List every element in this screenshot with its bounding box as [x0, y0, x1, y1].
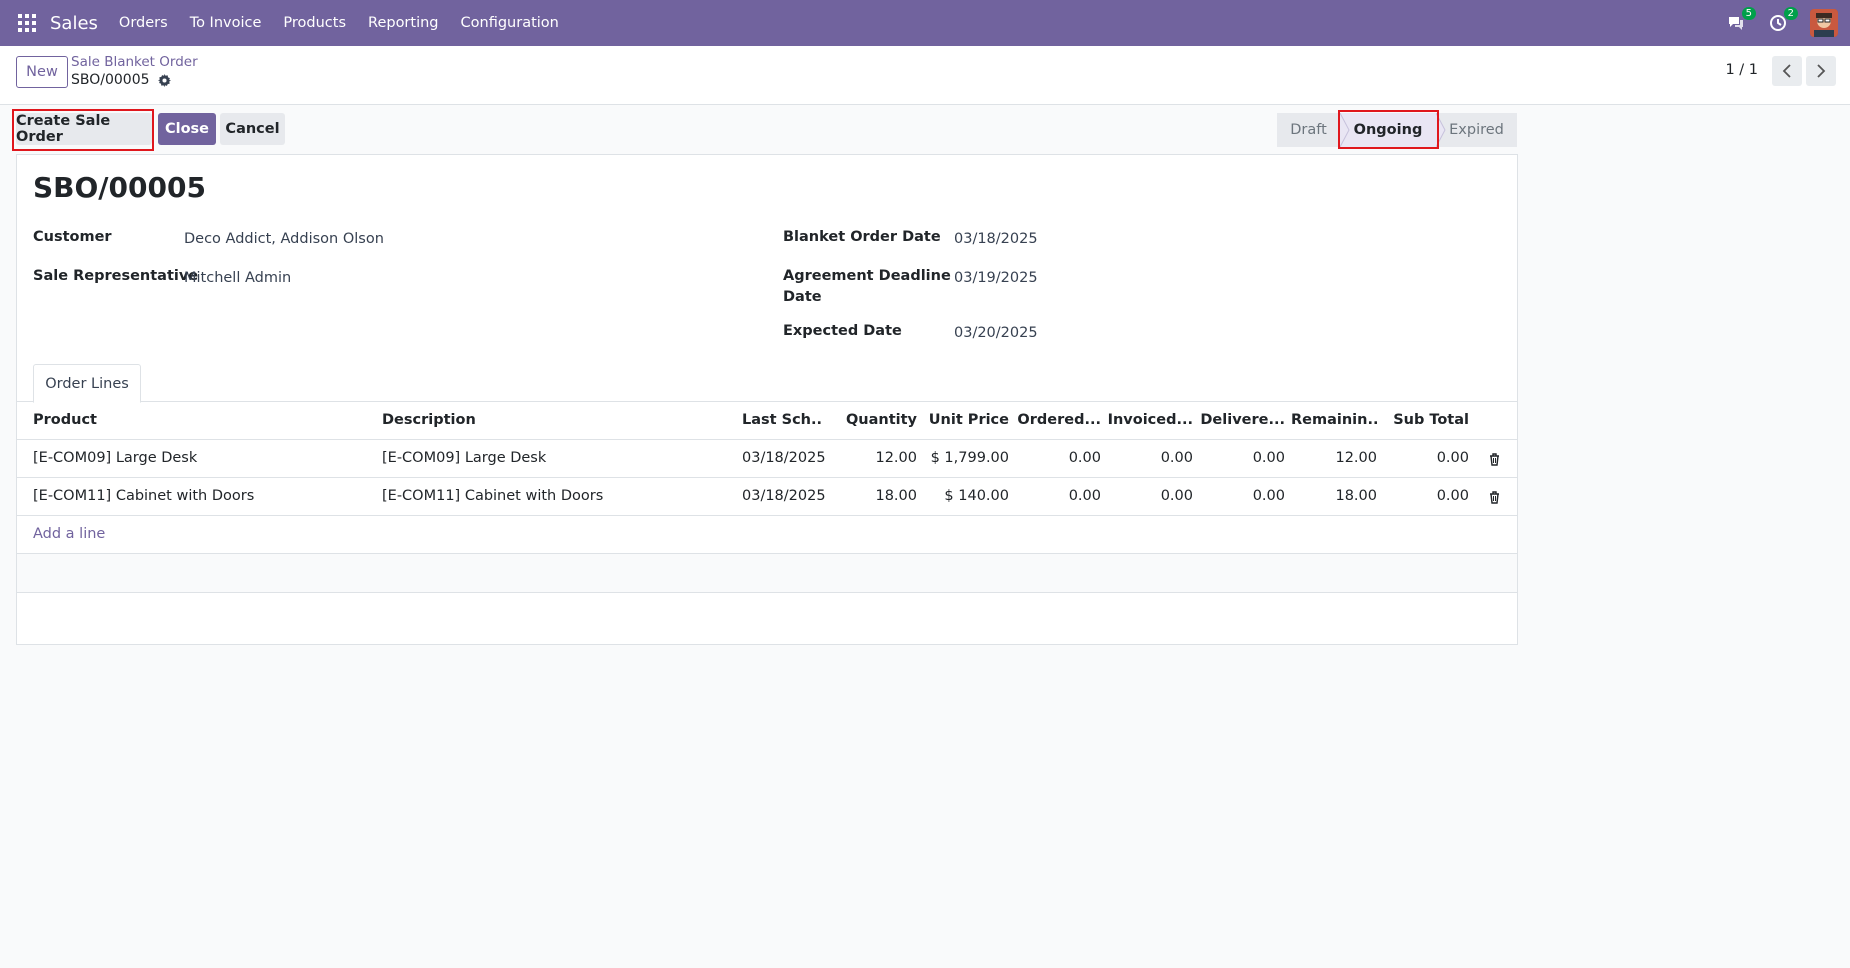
- table-header: Product Description Last Sch... Quantity…: [17, 402, 1517, 440]
- chevron-left-icon: [1782, 64, 1791, 78]
- add-a-line-link[interactable]: Add a line: [33, 526, 105, 542]
- gear-icon[interactable]: [157, 73, 171, 87]
- column-sub-total[interactable]: Sub Total: [1381, 412, 1469, 428]
- cancel-button[interactable]: Cancel: [220, 113, 285, 145]
- table-row[interactable]: [E-COM09] Large Desk [E-COM09] Large Des…: [17, 440, 1517, 478]
- column-invoiced[interactable]: Invoiced...: [1107, 412, 1193, 428]
- row-unit-price[interactable]: $ 1,799.00: [917, 450, 1009, 466]
- apps-menu-icon[interactable]: [18, 14, 36, 32]
- form-sheet: SBO/00005 Customer Deco Addict, Addison …: [16, 154, 1518, 645]
- menu-reporting[interactable]: Reporting: [368, 15, 439, 31]
- column-quantity[interactable]: Quantity: [827, 412, 917, 428]
- row-unit-price[interactable]: $ 140.00: [917, 488, 1009, 504]
- column-ordered[interactable]: Ordered...: [1017, 412, 1101, 428]
- agreement-deadline-label: Agreement Deadline: [783, 268, 951, 284]
- breadcrumb-sale-blanket-order[interactable]: Sale Blanket Order: [71, 54, 198, 70]
- row-invoiced: 0.00: [1160, 450, 1193, 466]
- close-button[interactable]: Close: [158, 113, 216, 145]
- row-invoiced: 0.00: [1160, 488, 1193, 504]
- expected-date-field[interactable]: 03/20/2025: [954, 325, 1038, 341]
- menu-configuration[interactable]: Configuration: [461, 15, 559, 31]
- table-row[interactable]: [E-COM11] Cabinet with Doors [E-COM11] C…: [17, 478, 1517, 516]
- user-avatar[interactable]: [1810, 9, 1838, 37]
- column-product[interactable]: Product: [33, 412, 353, 428]
- row-ordered: 0.00: [1068, 488, 1101, 504]
- column-remaining[interactable]: Remainin...: [1291, 412, 1377, 428]
- customer-field[interactable]: Deco Addict, Addison Olson: [184, 231, 384, 247]
- activities-clock-icon[interactable]: 2: [1768, 7, 1798, 33]
- sale-representative-field[interactable]: Mitchell Admin: [184, 270, 291, 286]
- pager-previous-button[interactable]: [1772, 56, 1802, 86]
- pager-next-button[interactable]: [1806, 56, 1836, 86]
- trash-icon[interactable]: [1489, 453, 1500, 466]
- row-quantity[interactable]: 18.00: [827, 488, 917, 504]
- chevron-right-icon: [1817, 64, 1826, 78]
- stage-expired[interactable]: Expired: [1436, 113, 1517, 147]
- row-remaining: 18.00: [1335, 488, 1377, 504]
- table-footer: [17, 554, 1517, 593]
- menu-products[interactable]: Products: [283, 15, 346, 31]
- row-quantity[interactable]: 12.00: [827, 450, 917, 466]
- row-last-schedule[interactable]: 03/18/2025: [742, 488, 832, 504]
- menu-to-invoice[interactable]: To Invoice: [190, 15, 262, 31]
- row-delivered: 0.00: [1252, 488, 1285, 504]
- trash-icon[interactable]: [1489, 491, 1500, 504]
- tab-order-lines[interactable]: Order Lines: [33, 364, 141, 403]
- agreement-deadline-label-date: Date: [783, 289, 822, 305]
- sale-representative-label: Sale Representative: [33, 268, 199, 284]
- row-product[interactable]: [E-COM11] Cabinet with Doors: [33, 488, 363, 504]
- row-description[interactable]: [E-COM11] Cabinet with Doors: [382, 488, 722, 504]
- highlight-ongoing-stage: [1338, 110, 1439, 149]
- row-remaining: 12.00: [1335, 450, 1377, 466]
- row-sub-total: 0.00: [1436, 488, 1469, 504]
- column-unit-price[interactable]: Unit Price: [917, 412, 1009, 428]
- control-panel: New Sale Blanket Order SBO/00005 1 / 1: [0, 46, 1850, 105]
- expected-date-label: Expected Date: [783, 323, 902, 339]
- add-line-row: Add a line: [17, 516, 1517, 554]
- new-button[interactable]: New: [16, 56, 68, 88]
- messages-icon[interactable]: 5: [1726, 7, 1756, 33]
- column-delivered[interactable]: Delivere...: [1199, 412, 1285, 428]
- row-ordered: 0.00: [1068, 450, 1101, 466]
- customer-label: Customer: [33, 229, 112, 245]
- top-navbar: Sales Orders To Invoice Products Reporti…: [0, 0, 1850, 46]
- highlight-create-sale-order: [12, 109, 154, 151]
- blanket-order-date-label: Blanket Order Date: [783, 229, 941, 245]
- messages-badge: 5: [1741, 7, 1756, 20]
- app-brand[interactable]: Sales: [50, 13, 98, 34]
- pager-value[interactable]: 1 / 1: [1725, 62, 1758, 78]
- stage-draft[interactable]: Draft: [1277, 113, 1340, 147]
- column-last-schedule[interactable]: Last Sch...: [742, 412, 822, 428]
- breadcrumb-record: SBO/00005: [71, 72, 171, 88]
- menu-orders[interactable]: Orders: [119, 15, 168, 31]
- row-product[interactable]: [E-COM09] Large Desk: [33, 450, 363, 466]
- activities-badge: 2: [1783, 7, 1798, 20]
- column-description[interactable]: Description: [382, 412, 702, 428]
- row-sub-total: 0.00: [1436, 450, 1469, 466]
- row-delivered: 0.00: [1252, 450, 1285, 466]
- blanket-order-date-field[interactable]: 03/18/2025: [954, 231, 1038, 247]
- row-last-schedule[interactable]: 03/18/2025: [742, 450, 832, 466]
- agreement-deadline-field[interactable]: 03/19/2025: [954, 270, 1038, 286]
- row-description[interactable]: [E-COM09] Large Desk: [382, 450, 722, 466]
- notebook-tabs: Order Lines: [17, 364, 1517, 403]
- record-name: SBO/00005: [71, 72, 150, 88]
- record-title: SBO/00005: [33, 171, 206, 204]
